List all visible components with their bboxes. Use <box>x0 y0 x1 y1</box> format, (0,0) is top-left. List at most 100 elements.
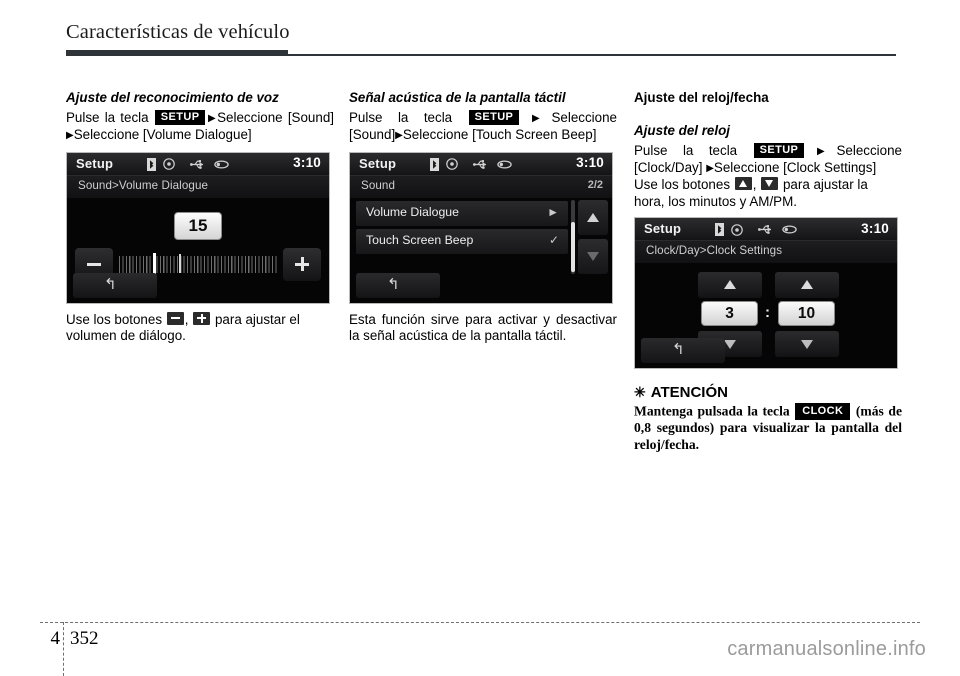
breadcrumb-bar: Sound>Volume Dialogue <box>67 175 329 198</box>
back-button[interactable]: ↰ <box>641 338 725 364</box>
instruction-voice-recognition: Pulse la tecla SETUP ▶Seleccione [Sound] … <box>66 110 334 145</box>
section-title-voice-recognition: Ajuste del reconocimiento de voz <box>66 90 279 105</box>
section-title-touch-screen-beep: Señal acústica de la pantalla táctil <box>349 90 566 105</box>
minute-decrease-button[interactable] <box>775 331 839 358</box>
caption-touch-screen-beep: Esta función sirve para activar y desact… <box>349 311 617 343</box>
screen-body: 3 : 10 ↰ <box>635 263 897 369</box>
back-arrow-icon: ↰ <box>672 341 685 359</box>
step-arrow-icon: ▶ <box>206 112 218 124</box>
setup-key-badge[interactable]: SETUP <box>753 143 805 158</box>
status-bar-title: Setup <box>76 155 114 171</box>
usb-icon <box>473 159 486 169</box>
time-colon-separator: : <box>765 304 770 322</box>
attention-text-pre: Mantenga pulsada la tecla <box>634 403 790 419</box>
setup-key-badge[interactable]: SETUP <box>468 110 520 126</box>
aux-icon <box>214 160 229 169</box>
status-bar-icons <box>430 157 512 171</box>
minus-button-icon <box>166 311 184 325</box>
caption-separator: , <box>752 177 757 193</box>
scroll-down-button[interactable] <box>578 238 608 274</box>
step-arrow-icon: ▶ <box>66 130 74 142</box>
column-voice-recognition: Ajuste del reconocimiento de voz Pulse l… <box>66 90 334 344</box>
setup-key-badge[interactable]: SETUP <box>154 110 206 126</box>
aux-icon <box>497 160 512 169</box>
page-number: 352 <box>70 628 99 649</box>
breadcrumb: Clock/Day>Clock Settings <box>646 244 783 258</box>
disc-icon <box>446 158 458 170</box>
clock-key-badge[interactable]: CLOCK <box>795 403 851 421</box>
list-item-label: Touch Screen Beep <box>366 232 474 247</box>
status-bar-clock: 3:10 <box>293 155 321 171</box>
usb-icon <box>190 159 203 169</box>
instruction-clock: Pulse la tecla SETUP ▶Seleccione [Clock/D… <box>634 143 902 178</box>
caption-text-pre: Use los botones <box>66 311 163 327</box>
back-arrow-icon: ↰ <box>387 275 400 293</box>
footer-divider <box>40 622 920 623</box>
section-title-clock-date: Ajuste del reloj/fecha <box>634 90 769 105</box>
status-bar: Setup 3:10 <box>350 152 612 176</box>
submenu-arrow-icon: ► <box>547 204 559 219</box>
volume-increase-button[interactable] <box>283 247 321 281</box>
instruction-text-end: Seleccione [Clock Settings] <box>713 159 877 175</box>
volume-slider-track[interactable] <box>119 255 279 273</box>
plus-button-icon <box>193 311 211 325</box>
column-touch-screen-beep: Señal acústica de la pantalla táctil Pul… <box>349 90 617 344</box>
attention-heading: ✳ ATENCIÓN <box>634 384 902 401</box>
instruction-text-mid: Seleccione [Sound] <box>217 109 334 125</box>
device-screenshot-clock-settings: Setup 3:10 Clock/Day>Clock Settings 3: … <box>634 217 898 370</box>
footer-vertical-divider <box>63 622 64 676</box>
page-indicator: 2/2 <box>587 179 603 192</box>
volume-slider-marker <box>179 253 181 273</box>
status-bar-title: Setup <box>644 221 682 237</box>
instruction-text-end: Seleccione [Touch Screen Beep] <box>402 127 597 143</box>
status-bar: Setup 3:10 <box>67 152 329 176</box>
caption-volume-buttons: Use los botones , para ajustar el volume… <box>66 311 334 345</box>
bluetooth-icon <box>715 223 724 237</box>
scroll-up-button[interactable] <box>578 199 608 235</box>
minute-increase-button[interactable] <box>775 272 839 299</box>
status-bar-icons <box>147 157 229 171</box>
status-bar: Setup 3:10 <box>635 218 897 242</box>
disc-icon <box>731 223 743 236</box>
up-button-icon <box>734 177 752 191</box>
watermark: carmanualsonline.info <box>727 638 926 660</box>
device-screenshot-volume-dialogue: Setup 3:10 Sound>Volume Dialogue 15 ↰ <box>66 151 330 304</box>
scrollbar-thumb[interactable] <box>571 221 575 272</box>
status-bar-clock: 3:10 <box>861 220 889 236</box>
hour-increase-button[interactable] <box>698 272 762 299</box>
status-bar-clock: 3:10 <box>576 155 604 171</box>
status-bar-title: Setup <box>359 155 397 171</box>
step-arrow-icon: ▶ <box>520 112 552 124</box>
down-button-icon <box>761 177 779 191</box>
header-divider <box>66 50 896 56</box>
caption-text-pre: Use los botones <box>634 177 731 193</box>
device-screenshot-sound-list: Setup 3:10 Sound 2/2 Volume Dialogue ► T… <box>349 151 613 304</box>
usb-icon <box>758 225 771 235</box>
step-arrow-icon: ▶ <box>706 162 714 174</box>
step-arrow-icon: ▶ <box>395 130 403 142</box>
minute-value-field[interactable]: 10 <box>778 301 835 327</box>
caption-clock-buttons: Use los botones , para ajustar la hora, … <box>634 177 902 210</box>
back-button[interactable]: ↰ <box>73 272 157 298</box>
volume-slider-handle[interactable] <box>153 252 156 275</box>
hour-value-field[interactable]: 3 <box>701 301 758 327</box>
instruction-text-pre: Pulse la tecla <box>66 109 149 125</box>
checkmark-icon: ✓ <box>548 232 559 247</box>
list-item-label: Volume Dialogue <box>366 204 459 219</box>
step-arrow-icon: ▶ <box>805 145 837 157</box>
list-item[interactable]: Volume Dialogue ► <box>356 200 568 226</box>
volume-value-display: 15 <box>174 211 222 240</box>
bluetooth-icon <box>430 157 439 171</box>
instruction-text-end: Seleccione [Volume Dialogue] <box>73 127 252 143</box>
list-item[interactable]: Touch Screen Beep ✓ <box>356 228 568 254</box>
back-arrow-icon: ↰ <box>104 275 117 293</box>
column-clock-date: Ajuste del reloj/fecha Ajuste del reloj … <box>634 90 902 453</box>
back-button[interactable]: ↰ <box>356 272 440 298</box>
breadcrumb: Sound <box>361 178 396 192</box>
screen-body: 15 ↰ <box>67 197 329 303</box>
status-bar-icons <box>715 223 797 237</box>
instruction-text-pre: Pulse la tecla <box>634 142 738 158</box>
caption-separator: , <box>184 311 189 327</box>
asterisk-icon: ✳ <box>634 384 646 401</box>
aux-icon <box>782 225 797 234</box>
